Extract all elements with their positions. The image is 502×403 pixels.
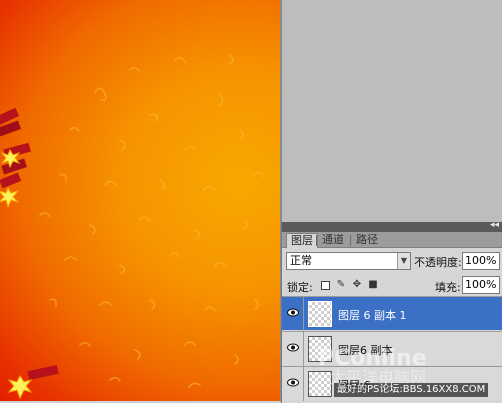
document-canvas[interactable]	[0, 0, 282, 403]
opacity-input[interactable]: 100%	[462, 252, 500, 270]
visibility-cell[interactable]	[282, 297, 304, 331]
lock-label: 锁定:	[287, 281, 313, 294]
eye-icon[interactable]	[287, 308, 299, 317]
opacity-label: 不透明度:	[414, 256, 462, 269]
layer-thumbnail	[308, 301, 332, 327]
lock-all-icon[interactable]: ■	[368, 280, 378, 290]
blend-mode-select[interactable]: 正常 ▼	[286, 252, 411, 270]
blend-mode-value: 正常	[290, 254, 312, 267]
layer-row[interactable]: 图层 6 副本 1	[282, 296, 502, 331]
eye-icon[interactable]	[287, 343, 299, 352]
lock-transparency-icon[interactable]	[321, 281, 330, 290]
eye-icon[interactable]	[287, 378, 299, 387]
tab-layers[interactable]: 图层	[286, 233, 318, 248]
panel-titlebar: ◂◂	[282, 220, 502, 232]
fill-label: 填充:	[435, 281, 461, 294]
canvas-border	[0, 0, 282, 403]
tab-divider	[350, 235, 351, 246]
visibility-cell[interactable]	[282, 367, 304, 401]
chevron-down-icon[interactable]: ▼	[397, 253, 410, 269]
tab-channels[interactable]: 通道	[318, 233, 348, 248]
lock-row: 锁定: ✎ ✥ ■ 填充: 100%	[282, 275, 502, 295]
blend-row: 正常 ▼ 不透明度: 100%	[282, 249, 502, 273]
fill-input[interactable]: 100%	[462, 276, 500, 294]
lock-brush-icon[interactable]: ✎	[336, 280, 346, 290]
visibility-cell[interactable]	[282, 332, 304, 366]
layer-thumbnail	[308, 371, 332, 397]
panel-tabbar: 图层 通道 路径	[282, 232, 502, 248]
watermark-strip: 最好的PS论坛:BBS.16XX8.COM	[334, 383, 489, 397]
lock-move-icon[interactable]: ✥	[352, 280, 362, 290]
tab-paths[interactable]: 路径	[352, 233, 382, 248]
tab-divider	[316, 235, 317, 246]
collapse-icon[interactable]: ◂◂	[490, 220, 499, 230]
layer-name: 图层 6 副本 1	[338, 309, 407, 322]
